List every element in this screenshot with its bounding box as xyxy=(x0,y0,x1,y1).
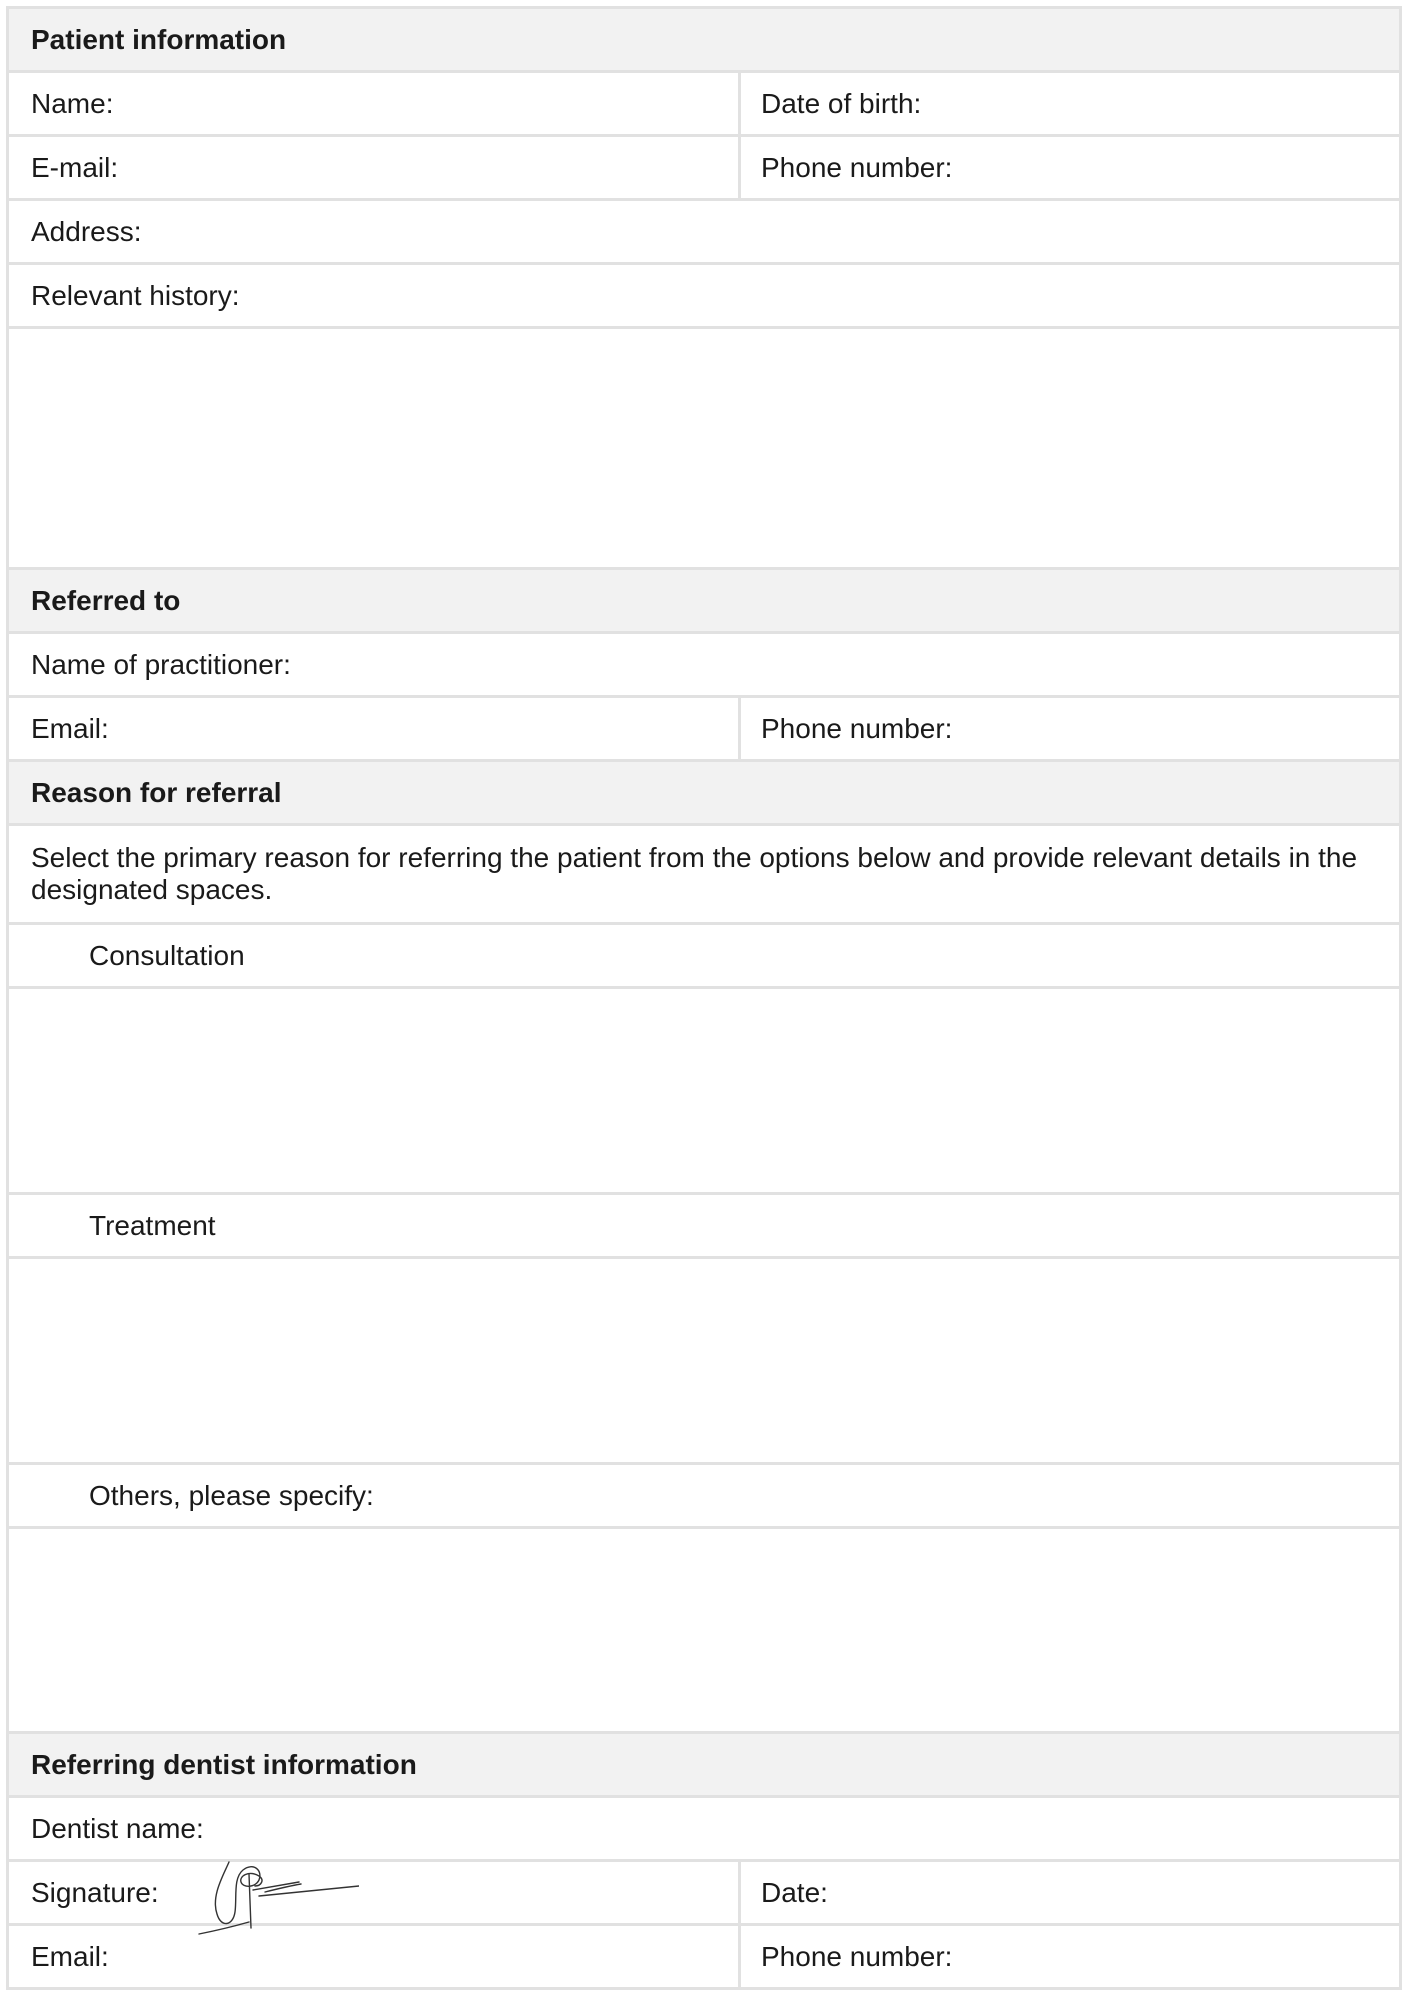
field-label: Date of birth: xyxy=(761,87,922,119)
practitioner-name-field[interactable]: Name of practitioner: xyxy=(9,634,1399,695)
row-dentist-name: Dentist name: xyxy=(9,1795,1399,1859)
section-reason-for-referral: Reason for referral xyxy=(9,759,1399,823)
option-consultation[interactable]: Consultation xyxy=(9,925,1399,986)
field-label: Address: xyxy=(31,215,142,247)
field-label: Email: xyxy=(31,712,109,744)
field-label: Phone number: xyxy=(761,1940,953,1972)
field-label: Name: xyxy=(31,87,114,119)
patient-name-field[interactable]: Name: xyxy=(9,73,741,134)
row-history-label: Relevant history: xyxy=(9,262,1399,326)
referral-form: Patient information Name: Date of birth:… xyxy=(6,6,1402,1990)
dentist-email-field[interactable]: Email: xyxy=(9,1926,741,1987)
field-label: E-mail: xyxy=(31,151,119,183)
section-heading: Referring dentist information xyxy=(9,1734,1399,1795)
row-option-consultation: Consultation xyxy=(9,922,1399,986)
patient-history-textarea[interactable] xyxy=(9,329,1399,567)
others-details-textarea[interactable] xyxy=(9,1529,1399,1731)
field-label: Email: xyxy=(31,1940,109,1972)
dentist-phone-field[interactable]: Phone number: xyxy=(741,1926,1399,1987)
option-treatment[interactable]: Treatment xyxy=(9,1195,1399,1256)
field-label: Phone number: xyxy=(761,712,953,744)
handwritten-signature-icon xyxy=(197,1860,359,1935)
section-referred-to: Referred to xyxy=(9,567,1399,631)
row-option-treatment: Treatment xyxy=(9,1192,1399,1256)
section-heading-spacer xyxy=(741,762,1399,823)
field-label: Name of practitioner: xyxy=(31,648,291,680)
row-reason-instructions: Select the primary reason for referring … xyxy=(9,823,1399,922)
patient-email-field[interactable]: E-mail: xyxy=(9,137,741,198)
field-label: Date: xyxy=(761,1876,828,1908)
patient-dob-field[interactable]: Date of birth: xyxy=(741,73,1399,134)
row-practitioner: Name of practitioner: xyxy=(9,631,1399,695)
patient-history-label: Relevant history: xyxy=(31,279,240,311)
row-treatment-area xyxy=(9,1256,1399,1462)
row-email-phone: E-mail: Phone number: xyxy=(9,134,1399,198)
row-address: Address: xyxy=(9,198,1399,262)
field-label: Phone number: xyxy=(761,151,953,183)
practitioner-phone-field[interactable]: Phone number: xyxy=(741,698,1399,759)
patient-address-field[interactable]: Address: xyxy=(9,201,1399,262)
row-dentist-contact: Email: Phone number: xyxy=(9,1923,1399,1990)
dentist-date-field[interactable]: Date: xyxy=(741,1862,1399,1923)
row-consultation-area xyxy=(9,986,1399,1192)
treatment-details-textarea[interactable] xyxy=(9,1259,1399,1462)
section-heading: Referred to xyxy=(9,570,1399,631)
option-others[interactable]: Others, please specify: xyxy=(9,1465,1399,1526)
consultation-details-textarea[interactable] xyxy=(9,989,1399,1192)
row-history-area xyxy=(9,326,1399,567)
patient-phone-field[interactable]: Phone number: xyxy=(741,137,1399,198)
row-option-others: Others, please specify: xyxy=(9,1462,1399,1526)
row-others-area xyxy=(9,1526,1399,1731)
field-label: Signature: xyxy=(31,1876,159,1908)
field-label: Dentist name: xyxy=(31,1812,204,1844)
dentist-name-field[interactable]: Dentist name: xyxy=(9,1798,1399,1859)
row-practitioner-contact: Email: Phone number: xyxy=(9,695,1399,759)
dentist-signature-field[interactable]: Signature: xyxy=(9,1860,741,1935)
row-signature-date: Signature: Date: xyxy=(9,1859,1399,1935)
section-heading: Patient information xyxy=(9,9,1399,70)
reason-instructions: Select the primary reason for referring … xyxy=(31,842,1358,905)
section-patient-information: Patient information xyxy=(9,6,1399,70)
row-name-dob: Name: Date of birth: xyxy=(9,70,1399,134)
section-heading: Reason for referral xyxy=(9,762,741,823)
section-referring-dentist: Referring dentist information xyxy=(9,1731,1399,1795)
practitioner-email-field[interactable]: Email: xyxy=(9,698,741,759)
